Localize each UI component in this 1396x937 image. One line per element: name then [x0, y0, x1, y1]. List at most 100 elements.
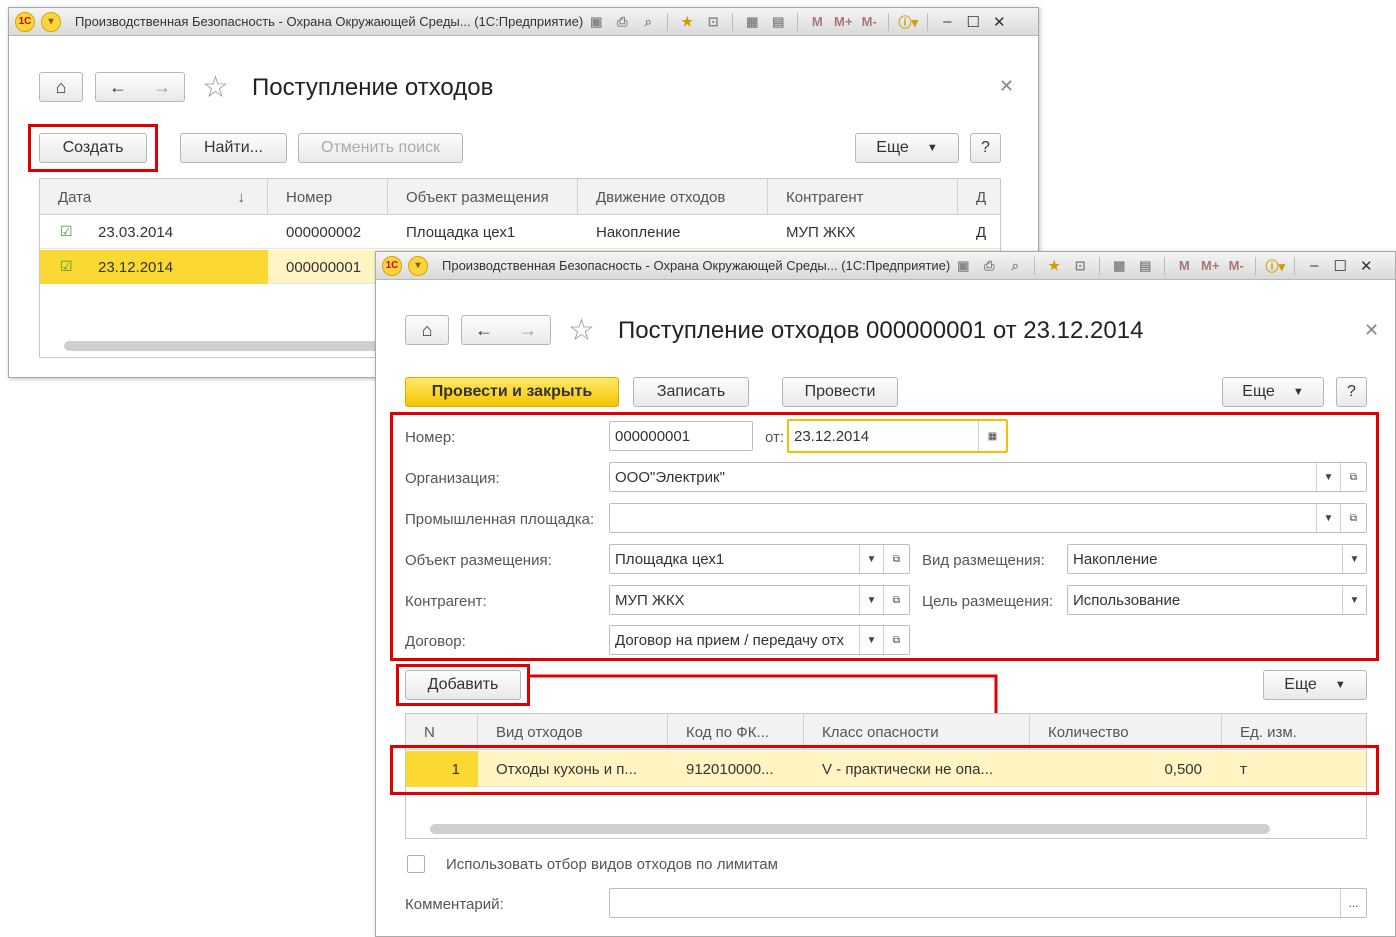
- site-field[interactable]: ▼ ⧉: [609, 503, 1367, 533]
- help-button[interactable]: ?: [970, 133, 1001, 163]
- chevron-down-icon[interactable]: ▼: [1316, 463, 1340, 491]
- chevron-down-icon: ▼: [1334, 679, 1346, 691]
- save-icon[interactable]: ▣: [952, 256, 974, 276]
- find-button[interactable]: Найти...: [180, 133, 287, 163]
- favorite-star-icon[interactable]: ☆: [568, 313, 595, 348]
- home-button[interactable]: ⌂: [39, 72, 83, 102]
- info-icon[interactable]: ⓘ▾: [897, 12, 919, 32]
- placement-type-field[interactable]: Накопление ▼: [1067, 544, 1367, 574]
- favorites-icon[interactable]: ★: [1043, 256, 1065, 276]
- favorite-star-icon[interactable]: ☆: [202, 70, 229, 105]
- favorites-icon[interactable]: ★: [676, 12, 698, 32]
- placement-type-label: Вид размещения:: [922, 552, 1045, 569]
- chevron-down-icon: ▼: [926, 142, 938, 154]
- table-row-highlight: [390, 745, 1379, 795]
- calculator-icon[interactable]: ▦: [1108, 256, 1130, 276]
- nav-buttons: ← →: [95, 72, 185, 102]
- post-button[interactable]: Провести: [782, 377, 898, 407]
- header-extra[interactable]: Д: [958, 179, 1000, 215]
- number-label: Номер:: [405, 429, 456, 446]
- maximize-button[interactable]: ☐: [1329, 256, 1351, 276]
- print-icon[interactable]: ⎙: [978, 256, 1000, 276]
- 1c-logo-icon[interactable]: 1C: [382, 255, 402, 276]
- close-window-button[interactable]: ✕: [1355, 256, 1377, 276]
- main-menu-icon[interactable]: ▾: [41, 11, 61, 32]
- calendar-icon[interactable]: ▤: [1134, 256, 1156, 276]
- calendar-icon[interactable]: ▤: [767, 12, 789, 32]
- memory-m-button[interactable]: M: [806, 12, 828, 32]
- preview-icon[interactable]: ⌕: [1004, 256, 1026, 276]
- info-icon[interactable]: ⓘ▾: [1264, 256, 1286, 276]
- header-counterparty[interactable]: Контрагент: [768, 179, 958, 215]
- comment-select-button[interactable]: ...: [1340, 889, 1366, 917]
- print-icon[interactable]: ⎙: [611, 12, 633, 32]
- contract-field[interactable]: Договор на прием / передачу отх ▼ ⧉: [609, 625, 910, 655]
- open-icon[interactable]: ⧉: [883, 545, 909, 573]
- memory-minus-button[interactable]: M-: [1225, 256, 1247, 276]
- list-header: Дата ↓ Номер Объект размещения Движение …: [40, 179, 1000, 215]
- page-title: Поступление отходов 000000001 от 23.12.2…: [618, 317, 1144, 344]
- forward-arrow-icon[interactable]: →: [519, 320, 537, 341]
- table-row[interactable]: ☑ 23.03.2014 000000002 Площадка цех1 Нак…: [40, 215, 1000, 249]
- memory-plus-button[interactable]: M+: [832, 12, 854, 32]
- cancel-search-button[interactable]: Отменить поиск: [298, 133, 463, 163]
- purpose-label: Цель размещения:: [922, 593, 1054, 610]
- home-button[interactable]: ⌂: [405, 315, 449, 345]
- 1c-logo-icon[interactable]: 1C: [15, 11, 35, 32]
- memory-minus-button[interactable]: M-: [858, 12, 880, 32]
- help-button[interactable]: ?: [1336, 377, 1367, 407]
- close-form-icon[interactable]: ✕: [999, 76, 1014, 97]
- number-field[interactable]: 000000001: [609, 421, 753, 451]
- bookmark-icon[interactable]: ⊡: [702, 12, 724, 32]
- save-button[interactable]: Записать: [633, 377, 749, 407]
- save-icon[interactable]: ▣: [585, 12, 607, 32]
- horizontal-scrollbar[interactable]: [430, 824, 1270, 834]
- calendar-picker-icon[interactable]: ▦: [978, 421, 1006, 451]
- chevron-down-icon[interactable]: ▼: [859, 626, 883, 654]
- header-date[interactable]: Дата ↓: [40, 179, 268, 215]
- more-button[interactable]: Еще ▼: [855, 133, 959, 163]
- sort-arrow-icon: ↓: [237, 188, 246, 206]
- more-button[interactable]: Еще ▼: [1222, 377, 1324, 407]
- memory-plus-button[interactable]: M+: [1199, 256, 1221, 276]
- object-field[interactable]: Площадка цех1 ▼ ⧉: [609, 544, 910, 574]
- counterparty-field[interactable]: МУП ЖКХ ▼ ⧉: [609, 585, 910, 615]
- minimize-button[interactable]: –: [1303, 256, 1325, 276]
- purpose-field[interactable]: Использование ▼: [1067, 585, 1367, 615]
- document-window: 1C ▾ Производственная Безопасность - Охр…: [375, 251, 1396, 937]
- post-and-close-button[interactable]: Провести и закрыть: [405, 377, 619, 407]
- bookmark-icon[interactable]: ⊡: [1069, 256, 1091, 276]
- chevron-down-icon[interactable]: ▼: [859, 545, 883, 573]
- nav-buttons: ← →: [461, 315, 551, 345]
- limits-filter-checkbox[interactable]: [407, 855, 425, 873]
- header-object[interactable]: Объект размещения: [388, 179, 578, 215]
- chevron-down-icon[interactable]: ▼: [1342, 586, 1366, 614]
- more-label: Еще: [1242, 383, 1275, 400]
- comment-field[interactable]: ...: [609, 888, 1367, 918]
- chevron-down-icon[interactable]: ▼: [1342, 545, 1366, 573]
- maximize-button[interactable]: ☐: [962, 12, 984, 32]
- date-field[interactable]: 23.12.2014 ▦: [787, 419, 1008, 453]
- calculator-icon[interactable]: ▦: [741, 12, 763, 32]
- open-icon[interactable]: ⧉: [883, 586, 909, 614]
- open-icon[interactable]: ⧉: [1340, 463, 1366, 491]
- open-icon[interactable]: ⧉: [883, 626, 909, 654]
- header-movement[interactable]: Движение отходов: [578, 179, 768, 215]
- minimize-button[interactable]: –: [936, 12, 958, 32]
- preview-icon[interactable]: ⌕: [637, 12, 659, 32]
- table-more-button[interactable]: Еще ▼: [1263, 670, 1367, 700]
- close-window-button[interactable]: ✕: [988, 12, 1010, 32]
- chevron-down-icon[interactable]: ▼: [859, 586, 883, 614]
- contract-label: Договор:: [405, 633, 466, 650]
- back-arrow-icon[interactable]: ←: [475, 320, 493, 341]
- back-arrow-icon[interactable]: ←: [109, 77, 127, 98]
- main-menu-icon[interactable]: ▾: [408, 255, 428, 276]
- close-form-icon[interactable]: ✕: [1364, 320, 1379, 341]
- organization-field[interactable]: ООО"Электрик" ▼ ⧉: [609, 462, 1367, 492]
- forward-arrow-icon[interactable]: →: [153, 77, 171, 98]
- open-icon[interactable]: ⧉: [1340, 504, 1366, 532]
- date-label: от:: [765, 429, 785, 446]
- memory-m-button[interactable]: M: [1173, 256, 1195, 276]
- chevron-down-icon[interactable]: ▼: [1316, 504, 1340, 532]
- header-number[interactable]: Номер: [268, 179, 388, 215]
